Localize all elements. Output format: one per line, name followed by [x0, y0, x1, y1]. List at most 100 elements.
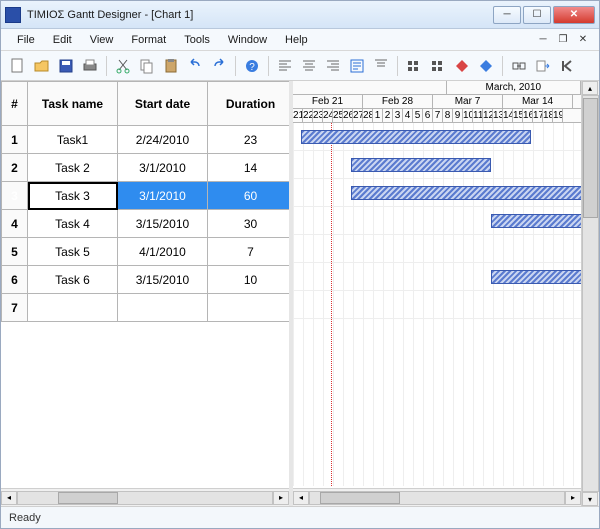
row-number-cell[interactable]: 2	[2, 154, 28, 182]
gantt-h-scrollbar[interactable]: ◂ ▸	[293, 488, 581, 506]
start-date-cell[interactable]: 2/24/2010	[118, 126, 208, 154]
redo-icon[interactable]	[208, 55, 230, 77]
gantt-bar[interactable]	[491, 270, 581, 284]
gantt-body[interactable]	[293, 123, 581, 486]
grid-h-scrollbar[interactable]: ◂ ▸	[1, 488, 289, 506]
help-icon[interactable]: ?	[241, 55, 263, 77]
gantt-row[interactable]	[293, 123, 581, 151]
table-row[interactable]: 4Task 43/15/201030	[2, 210, 294, 238]
row-number-cell[interactable]: 1	[2, 126, 28, 154]
gantt-row[interactable]	[293, 263, 581, 291]
start-date-cell[interactable]: 3/1/2010	[118, 154, 208, 182]
col-header-duration[interactable]: Duration	[208, 82, 294, 126]
scroll-thumb[interactable]	[320, 492, 400, 504]
table-row[interactable]: 3Task 33/1/201060	[2, 182, 294, 210]
undo-icon[interactable]	[184, 55, 206, 77]
goto-icon[interactable]	[532, 55, 554, 77]
align-top-icon[interactable]	[370, 55, 392, 77]
duration-cell[interactable]: 23	[208, 126, 294, 154]
cut-icon[interactable]	[112, 55, 134, 77]
task-table[interactable]: # Task name Start date Duration 1Task12/…	[1, 81, 293, 322]
table-row[interactable]: 5Task 54/1/20107	[2, 238, 294, 266]
scroll-left-icon[interactable]: ◂	[293, 491, 309, 505]
mdi-restore-icon[interactable]: ❐	[555, 33, 571, 47]
duration-cell[interactable]: 14	[208, 154, 294, 182]
scroll-down-icon[interactable]: ▾	[582, 492, 598, 506]
menu-help[interactable]: Help	[277, 32, 316, 48]
scroll-thumb[interactable]	[583, 98, 598, 218]
task-name-cell[interactable]: Task1	[28, 126, 118, 154]
close-button[interactable]: ✕	[553, 6, 595, 24]
scroll-track[interactable]	[309, 491, 565, 505]
menu-view[interactable]: View	[82, 32, 122, 48]
gantt-bar[interactable]	[301, 130, 531, 144]
row-number-cell[interactable]: 5	[2, 238, 28, 266]
gantt-row[interactable]	[293, 207, 581, 235]
gantt-bar[interactable]	[351, 158, 491, 172]
start-date-cell[interactable]: 3/1/2010	[118, 182, 208, 210]
scroll-track[interactable]	[582, 95, 599, 492]
gantt-row[interactable]	[293, 179, 581, 207]
col-header-task-name[interactable]: Task name	[28, 82, 118, 126]
menu-tools[interactable]: Tools	[176, 32, 218, 48]
menu-edit[interactable]: Edit	[45, 32, 80, 48]
task-name-cell[interactable]: Task 3	[28, 182, 118, 210]
outdent-icon[interactable]	[403, 55, 425, 77]
duration-cell[interactable]	[208, 294, 294, 322]
gantt-row[interactable]	[293, 151, 581, 179]
gantt-row[interactable]	[293, 291, 581, 319]
menu-window[interactable]: Window	[220, 32, 275, 48]
red-marker-icon[interactable]	[451, 55, 473, 77]
align-right-icon[interactable]	[322, 55, 344, 77]
task-name-cell[interactable]: Task 4	[28, 210, 118, 238]
paste-icon[interactable]	[160, 55, 182, 77]
blue-marker-icon[interactable]	[475, 55, 497, 77]
row-number-cell[interactable]: 7	[2, 294, 28, 322]
table-row[interactable]: 1Task12/24/201023	[2, 126, 294, 154]
new-icon[interactable]	[7, 55, 29, 77]
menu-format[interactable]: Format	[123, 32, 174, 48]
link-icon[interactable]	[508, 55, 530, 77]
scroll-right-icon[interactable]: ▸	[565, 491, 581, 505]
align-left-icon[interactable]	[274, 55, 296, 77]
task-name-cell[interactable]: Task 5	[28, 238, 118, 266]
start-date-cell[interactable]	[118, 294, 208, 322]
duration-cell[interactable]: 7	[208, 238, 294, 266]
open-icon[interactable]	[31, 55, 53, 77]
gantt-bar[interactable]	[351, 186, 581, 200]
mdi-close-icon[interactable]: ✕	[575, 33, 591, 47]
duration-cell[interactable]: 10	[208, 266, 294, 294]
duration-cell[interactable]: 30	[208, 210, 294, 238]
col-header-number[interactable]: #	[2, 82, 28, 126]
row-number-cell[interactable]: 4	[2, 210, 28, 238]
wrap-icon[interactable]	[346, 55, 368, 77]
minimize-button[interactable]: ─	[493, 6, 521, 24]
titlebar[interactable]: TIMIOΣ Gantt Designer - [Chart 1] ─ ☐ ✕	[1, 1, 599, 29]
gantt-row[interactable]	[293, 235, 581, 263]
start-date-cell[interactable]: 4/1/2010	[118, 238, 208, 266]
copy-icon[interactable]	[136, 55, 158, 77]
duration-cell[interactable]: 60	[208, 182, 294, 210]
maximize-button[interactable]: ☐	[523, 6, 551, 24]
scroll-up-icon[interactable]: ▴	[582, 81, 598, 95]
scroll-thumb[interactable]	[58, 492, 118, 504]
menu-file[interactable]: File	[9, 32, 43, 48]
row-number-cell[interactable]: 6	[2, 266, 28, 294]
scroll-right-icon[interactable]: ▸	[273, 491, 289, 505]
task-name-cell[interactable]	[28, 294, 118, 322]
start-date-cell[interactable]: 3/15/2010	[118, 210, 208, 238]
row-number-cell[interactable]: 3	[2, 182, 28, 210]
gantt-v-scrollbar[interactable]: ▴ ▾	[581, 81, 599, 506]
table-row[interactable]: 6Task 63/15/201010	[2, 266, 294, 294]
collapse-icon[interactable]	[556, 55, 578, 77]
gantt-bar[interactable]	[491, 214, 581, 228]
scroll-track[interactable]	[17, 491, 273, 505]
col-header-start-date[interactable]: Start date	[118, 82, 208, 126]
print-icon[interactable]	[79, 55, 101, 77]
start-date-cell[interactable]: 3/15/2010	[118, 266, 208, 294]
table-row[interactable]: 2Task 23/1/201014	[2, 154, 294, 182]
indent-icon[interactable]	[427, 55, 449, 77]
align-center-icon[interactable]	[298, 55, 320, 77]
scroll-left-icon[interactable]: ◂	[1, 491, 17, 505]
task-name-cell[interactable]: Task 6	[28, 266, 118, 294]
